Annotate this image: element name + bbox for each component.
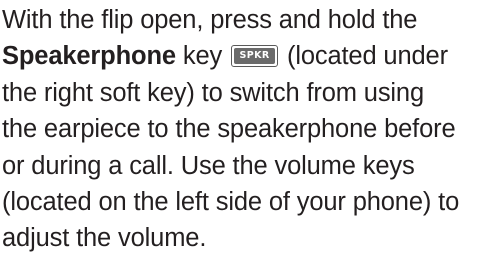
text-line-2: Speakerphone key SPKR (located under [2,38,486,74]
text-line-4: the earpiece to the speakerphone before [2,115,456,144]
text-line-2-end: (located under [280,42,448,71]
text-line-6: (located on the left side of your phone)… [2,187,460,216]
text-line-5: or during a call. Use the volume keys [2,151,415,180]
speakerphone-key-icon: SPKR [231,44,279,67]
instruction-paragraph: With the flip open, press and hold the S… [2,2,486,257]
text-line-1: With the flip open, press and hold the [2,6,418,34]
text-line-2-mid: key [175,42,230,71]
text-line-7: adjust the volume. [2,224,207,253]
key-label: SPKR [234,47,276,64]
text-line-3: the right soft key) to switch from using [2,78,424,107]
speakerphone-term: Speakerphone [2,42,176,71]
